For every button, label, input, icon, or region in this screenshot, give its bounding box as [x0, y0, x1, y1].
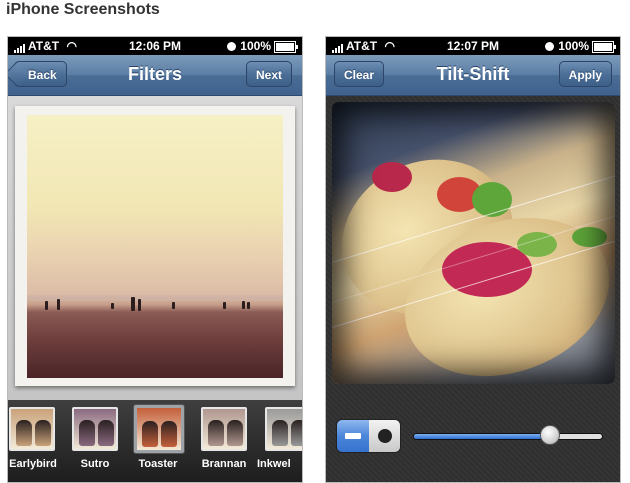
- battery-icon: [274, 40, 298, 53]
- filter-label: Brannan: [201, 458, 247, 470]
- sneaker-shape: [161, 421, 177, 447]
- photo-frame: [15, 106, 295, 386]
- blur-slider[interactable]: [413, 433, 603, 440]
- battery-percent: 100%: [240, 39, 271, 53]
- filter-label: Inkwel: [257, 458, 291, 470]
- filter-strip: Earlybird Sutro Toaster Brannan Inkwel: [8, 400, 302, 482]
- sneaker-shape: [35, 420, 51, 446]
- person-figure: [138, 299, 141, 311]
- sneaker-shape: [16, 420, 32, 446]
- photo-preview-area: [8, 96, 302, 431]
- person-figure: [242, 301, 245, 309]
- person-figure: [172, 302, 175, 309]
- person-figure: [45, 301, 48, 310]
- blur-slider-fill: [414, 434, 550, 439]
- battery-percent: 100%: [558, 39, 589, 53]
- sneaker-shape: [79, 420, 95, 446]
- sneaker-shape: [142, 421, 158, 447]
- battery-icon: [592, 40, 616, 53]
- blur-slider-knob[interactable]: [539, 425, 560, 445]
- next-button[interactable]: Next: [245, 61, 292, 87]
- tilt-shift-phone-screenshot: AT&T ◠ 12:07 PM 100% Clear Tilt-Shift Ap…: [325, 36, 621, 483]
- filter-label: Earlybird: [9, 458, 57, 470]
- filter-thumb-earlybird[interactable]: [9, 407, 55, 451]
- alarm-icon: [227, 42, 237, 52]
- filter-thumb-toaster[interactable]: [134, 405, 184, 453]
- person-figure: [223, 302, 226, 309]
- sneaker-shape: [208, 420, 224, 446]
- sneaker-shape: [272, 420, 288, 446]
- tilt-shift-editor: [326, 96, 620, 482]
- status-bar: AT&T ◠ 12:07 PM 100%: [326, 37, 620, 55]
- filter-label: Sutro: [80, 458, 110, 470]
- person-figure: [247, 302, 250, 309]
- radial-mode-button[interactable]: [369, 420, 400, 452]
- food-photo[interactable]: [332, 102, 615, 384]
- filter-thumb-inkwell[interactable]: [265, 407, 302, 451]
- alarm-icon: [545, 42, 555, 52]
- horizon-line: [27, 295, 283, 301]
- page-heading: iPhone Screenshots: [6, 1, 160, 18]
- navigation-bar: Back Filters Next: [8, 55, 302, 96]
- status-right: 100%: [545, 39, 616, 53]
- status-bar: AT&T ◠ 12:06 PM 100%: [8, 37, 302, 55]
- sneaker-shape: [227, 420, 243, 446]
- sneaker-shape: [291, 420, 302, 446]
- person-figure: [57, 299, 60, 310]
- linear-mode-button[interactable]: [337, 420, 369, 452]
- navigation-bar: Clear Tilt-Shift Apply: [326, 55, 620, 96]
- tilt-mode-toggle: [336, 419, 401, 453]
- filters-phone-screenshot: AT&T ◠ 12:06 PM 100% Back Filters Next E…: [7, 36, 303, 483]
- person-figure: [111, 303, 114, 309]
- beach-photo: [27, 115, 283, 378]
- sneaker-shape: [98, 420, 114, 446]
- photo-vignette: [332, 102, 615, 384]
- person-figure: [131, 297, 135, 311]
- status-right: 100%: [227, 39, 298, 53]
- apply-button[interactable]: Apply: [558, 61, 612, 87]
- filter-thumb-sutro[interactable]: [72, 407, 118, 451]
- filter-label: Toaster: [138, 458, 178, 470]
- filter-thumb-brannan[interactable]: [201, 407, 247, 451]
